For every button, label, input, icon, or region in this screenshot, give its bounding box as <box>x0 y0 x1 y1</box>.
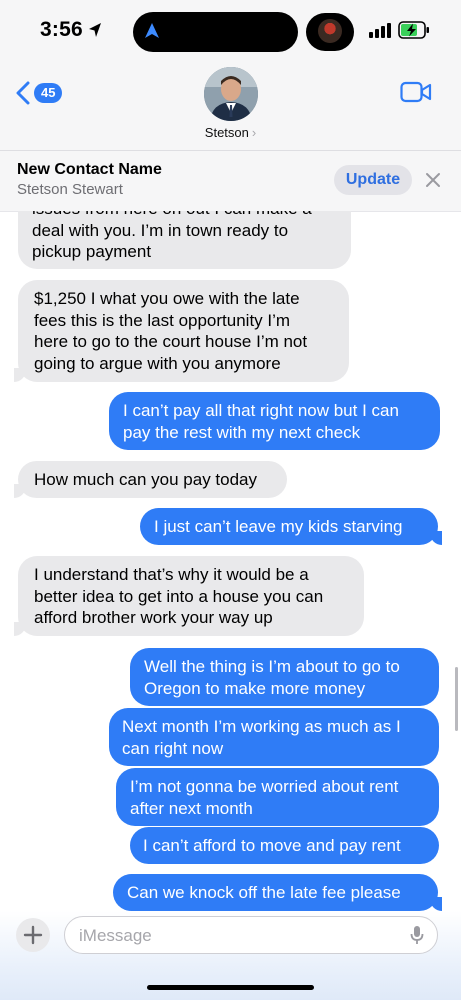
person-photo-icon <box>204 67 258 121</box>
activity-thumbnail-icon <box>318 19 342 43</box>
message-bubble-sent[interactable]: Can we knock off the late fee please <box>113 874 442 911</box>
message-bubble-received[interactable]: issues from here on out I can make a dea… <box>18 211 351 269</box>
home-indicator[interactable] <box>147 985 314 990</box>
plus-icon <box>23 925 43 945</box>
message-bubble-received[interactable]: I understand that’s why it would be a be… <box>14 556 364 636</box>
video-call-icon[interactable] <box>400 81 432 103</box>
contact-name: Stetson <box>204 125 249 140</box>
update-contact-button[interactable]: Update <box>334 165 412 195</box>
navigation-arrow-icon[interactable] <box>144 22 160 40</box>
signal-icon <box>369 23 391 38</box>
message-bubble-sent[interactable]: I’m not gonna be worried about rent afte… <box>116 768 439 826</box>
message-bubble-sent[interactable]: I just can’t leave my kids starving <box>140 508 442 545</box>
chevron-left-icon <box>16 81 30 105</box>
close-icon[interactable] <box>424 171 442 189</box>
message-bubble-sent[interactable]: I can’t afford to move and pay rent <box>130 827 439 864</box>
unread-count-badge: 45 <box>34 83 63 103</box>
message-bubble-sent[interactable]: I can’t pay all that right now but I can… <box>109 392 440 450</box>
message-list[interactable]: issues from here on out I can make a dea… <box>0 211 461 911</box>
message-bubble-received[interactable]: How much can you pay today <box>14 461 287 498</box>
banner-title: New Contact Name <box>17 161 162 178</box>
battery-charging-icon <box>398 21 429 39</box>
message-input[interactable] <box>79 925 399 947</box>
scroll-indicator[interactable] <box>455 667 458 731</box>
back-button[interactable]: 45 <box>16 78 63 108</box>
message-bubble-sent[interactable]: Next month I’m working as much as I can … <box>109 708 439 766</box>
apps-button[interactable] <box>16 918 50 952</box>
message-input-container[interactable] <box>64 916 438 954</box>
banner-subtitle: Stetson Stewart <box>17 181 123 198</box>
contact-avatar[interactable] <box>204 67 258 121</box>
status-time: 3:56 <box>40 18 83 41</box>
microphone-icon[interactable] <box>410 925 424 945</box>
message-bubble-received[interactable]: $1,250 I what you owe with the late fees… <box>14 280 349 382</box>
location-arrow-icon <box>89 23 101 37</box>
message-bubble-sent[interactable]: Well the thing is I’m about to go to Ore… <box>130 648 439 706</box>
chevron-right-icon: › <box>251 125 257 140</box>
contact-name-button[interactable]: Stetson › <box>0 125 461 140</box>
